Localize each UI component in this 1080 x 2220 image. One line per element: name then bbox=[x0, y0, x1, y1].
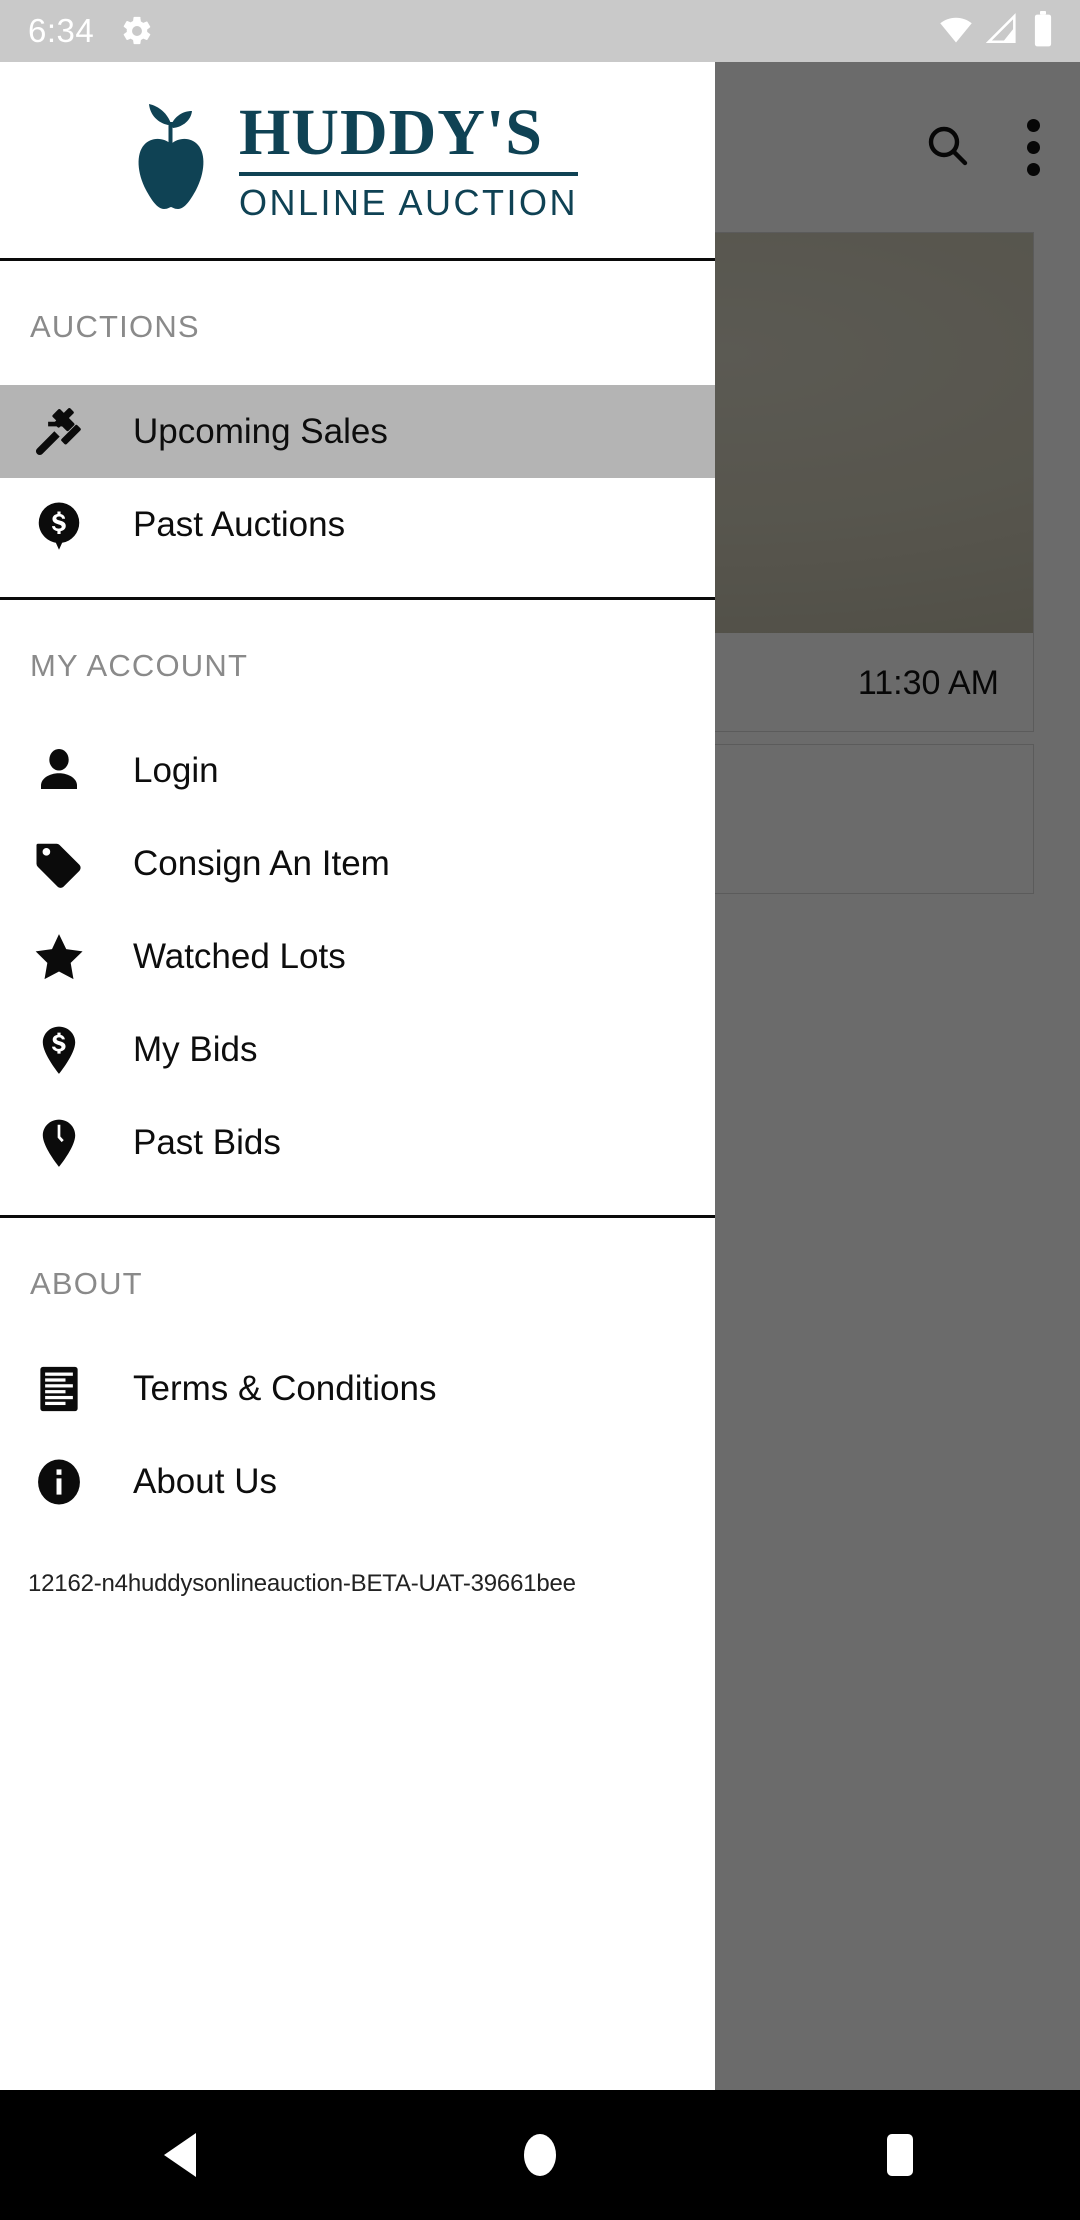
brand-name: HUDDY'S bbox=[238, 99, 579, 176]
info-circle-icon bbox=[30, 1455, 88, 1509]
section-title-auctions: AUCTIONS bbox=[30, 309, 200, 344]
sidebar-item-label: My Bids bbox=[133, 1029, 258, 1069]
sidebar-item-past-bids[interactable]: Past Bids bbox=[0, 1096, 715, 1189]
recents-square-icon[interactable] bbox=[800, 2130, 1000, 2180]
system-navigation-bar bbox=[0, 2090, 1080, 2220]
sidebar-item-label: Upcoming Sales bbox=[133, 411, 388, 451]
navigation-drawer[interactable]: HUDDY'S ONLINE AUCTION AUCTIONS Upcoming… bbox=[0, 62, 715, 2090]
section-title-about: ABOUT bbox=[30, 1266, 143, 1301]
sidebar-item-login[interactable]: Login bbox=[0, 724, 715, 817]
document-lines-icon bbox=[30, 1363, 88, 1415]
sidebar-item-label: Past Bids bbox=[133, 1122, 281, 1162]
apple-logo-icon bbox=[125, 94, 217, 227]
sidebar-item-label: Consign An Item bbox=[133, 843, 390, 883]
dollar-pin-icon bbox=[30, 1023, 88, 1077]
brand-tagline: ONLINE AUCTION bbox=[238, 181, 579, 223]
build-version-string: 12162-n4huddysonlineauction-BETA-UAT-396… bbox=[28, 1570, 576, 1597]
sidebar-item-label: About Us bbox=[133, 1461, 277, 1501]
gavel-icon bbox=[30, 404, 88, 460]
sidebar-item-label: Watched Lots bbox=[133, 936, 346, 976]
gear-icon bbox=[120, 14, 154, 48]
status-bar: 6:34 bbox=[0, 0, 1080, 62]
brand-logo: HUDDY'S ONLINE AUCTION bbox=[125, 94, 579, 227]
dollar-speech-bubble-icon bbox=[30, 498, 88, 552]
sidebar-item-watched-lots[interactable]: Watched Lots bbox=[0, 910, 715, 1003]
status-bar-indicators bbox=[938, 10, 1054, 52]
tag-icon bbox=[30, 837, 88, 891]
wifi-icon bbox=[938, 11, 974, 52]
person-icon bbox=[30, 744, 88, 798]
back-triangle-icon[interactable] bbox=[80, 2130, 280, 2180]
clock-pin-icon bbox=[30, 1116, 88, 1170]
sidebar-item-terms-and-conditions[interactable]: Terms & Conditions bbox=[0, 1342, 715, 1435]
sidebar-item-upcoming-sales[interactable]: Upcoming Sales bbox=[0, 385, 715, 478]
star-icon bbox=[30, 929, 88, 985]
sidebar-item-past-auctions[interactable]: Past Auctions bbox=[0, 478, 715, 571]
section-title-my-account: MY ACCOUNT bbox=[30, 648, 249, 683]
cellular-signal-icon bbox=[985, 12, 1020, 51]
sidebar-item-consign-an-item[interactable]: Consign An Item bbox=[0, 817, 715, 910]
brand-wordmark: HUDDY'S ONLINE AUCTION bbox=[238, 99, 579, 223]
battery-icon bbox=[1032, 10, 1054, 52]
status-bar-clock: 6:34 bbox=[28, 12, 95, 49]
sidebar-item-label: Terms & Conditions bbox=[133, 1368, 437, 1408]
sidebar-item-label: Login bbox=[133, 750, 219, 790]
sidebar-item-label: Past Auctions bbox=[133, 504, 346, 544]
sidebar-item-my-bids[interactable]: My Bids bbox=[0, 1003, 715, 1096]
home-circle-icon[interactable] bbox=[440, 2129, 640, 2181]
sidebar-item-about-us[interactable]: About Us bbox=[0, 1435, 715, 1528]
drawer-header: HUDDY'S ONLINE AUCTION bbox=[0, 62, 715, 258]
